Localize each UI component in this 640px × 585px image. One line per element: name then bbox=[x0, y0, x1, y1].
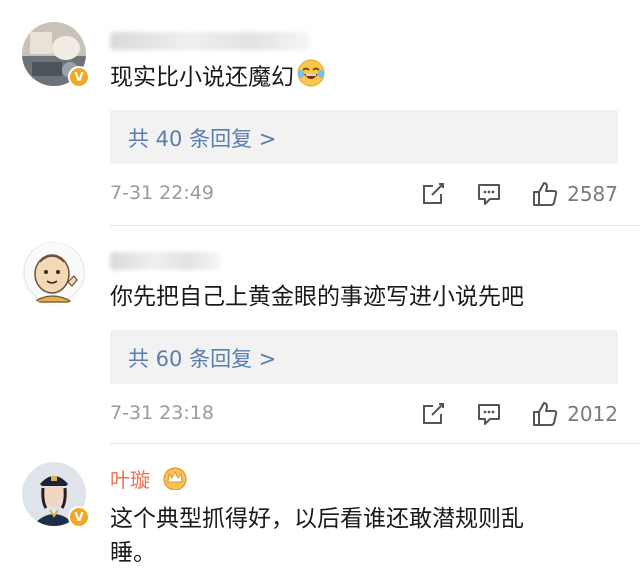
like-count: 2012 bbox=[567, 402, 618, 426]
comment-time: 7-31 22:49 bbox=[110, 182, 214, 204]
comment-item: 你先把自己上黄金眼的事迹写进小说先吧 共 60 条回复 > 7-31 23:18… bbox=[0, 226, 640, 444]
like-count: 2587 bbox=[567, 182, 618, 206]
comment-item: V 现实比小说还魔幻 共 40 条回复 > 7-31 22:49 2587 bbox=[0, 0, 640, 226]
verified-badge-icon: V bbox=[68, 66, 90, 88]
comment-text-line: 睡。 bbox=[110, 540, 156, 566]
share-icon[interactable] bbox=[419, 180, 447, 208]
avatar[interactable]: V bbox=[22, 462, 90, 528]
replies-link[interactable]: 共 60 条回复 > bbox=[110, 330, 618, 384]
replies-label: 共 60 条回复 > bbox=[128, 347, 277, 371]
username-redacted[interactable] bbox=[110, 32, 310, 50]
laughing-emoji-icon bbox=[296, 58, 326, 98]
like-icon[interactable] bbox=[531, 400, 559, 428]
avatar[interactable]: V bbox=[22, 22, 90, 88]
comment-actions: 2587 bbox=[419, 180, 618, 208]
verified-badge-icon: V bbox=[68, 506, 90, 528]
username-redacted[interactable] bbox=[110, 252, 220, 270]
comment-text: 现实比小说还魔幻 bbox=[110, 58, 600, 98]
comment-time: 7-31 23:18 bbox=[110, 402, 214, 424]
comment-feed: V 现实比小说还魔幻 共 40 条回复 > 7-31 22:49 2587 你先… bbox=[0, 0, 640, 585]
replies-link[interactable]: 共 40 条回复 > bbox=[110, 110, 618, 164]
comment-icon[interactable] bbox=[475, 400, 503, 428]
comment-text-line: 这个典型抓得好，以后看谁还敢潜规则乱 bbox=[110, 506, 524, 532]
comment-icon[interactable] bbox=[475, 180, 503, 208]
avatar[interactable] bbox=[22, 242, 86, 306]
comment-text: 这个典型抓得好，以后看谁还敢潜规则乱 睡。 bbox=[110, 502, 600, 570]
share-icon[interactable] bbox=[419, 400, 447, 428]
comment-text: 你先把自己上黄金眼的事迹写进小说先吧 bbox=[110, 284, 524, 310]
crown-badge-icon bbox=[163, 467, 187, 490]
username[interactable]: 叶璇 bbox=[110, 464, 150, 493]
replies-label: 共 40 条回复 > bbox=[128, 127, 277, 151]
comment-actions: 2012 bbox=[419, 400, 618, 428]
like-icon[interactable] bbox=[531, 180, 559, 208]
comment-item: V 叶璇 这个典型抓得好，以后看谁还敢潜规则乱 睡。 bbox=[0, 444, 640, 585]
